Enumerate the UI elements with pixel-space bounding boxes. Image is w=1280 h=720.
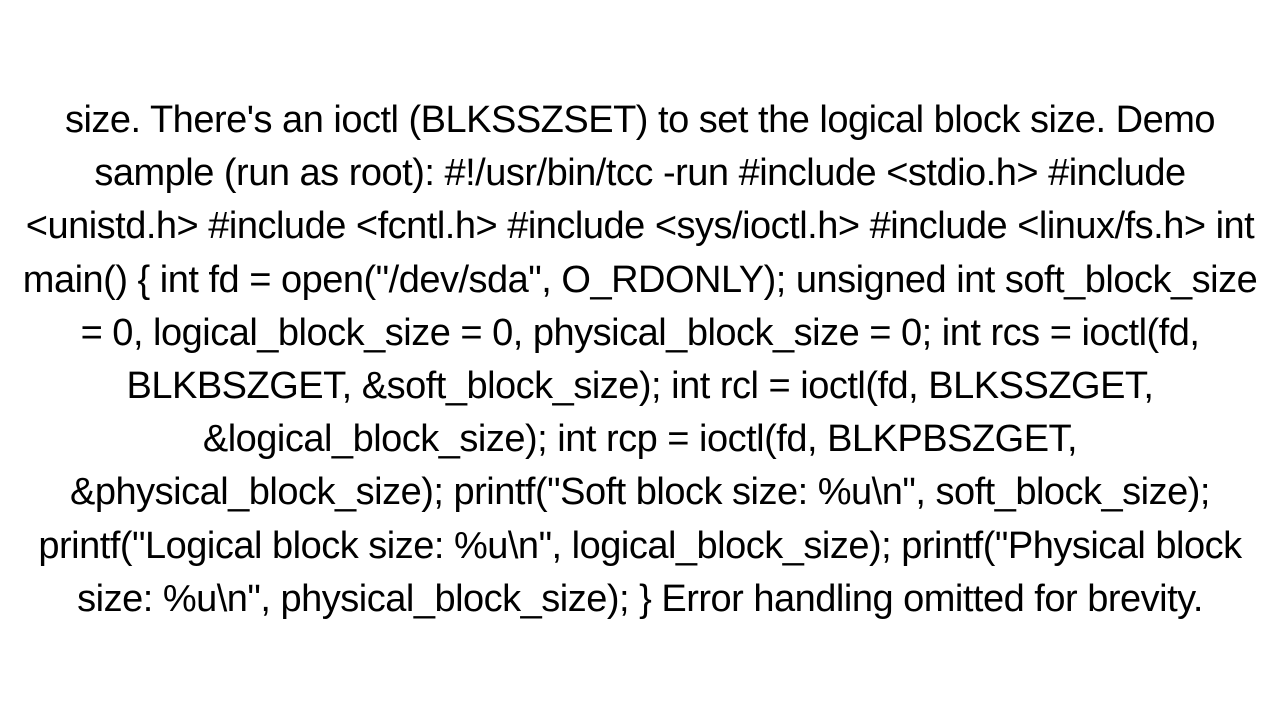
document-text: size. There's an ioctl (BLKSSZSET) to se… bbox=[23, 99, 1257, 620]
document-body: size. There's an ioctl (BLKSSZSET) to se… bbox=[0, 94, 1280, 626]
